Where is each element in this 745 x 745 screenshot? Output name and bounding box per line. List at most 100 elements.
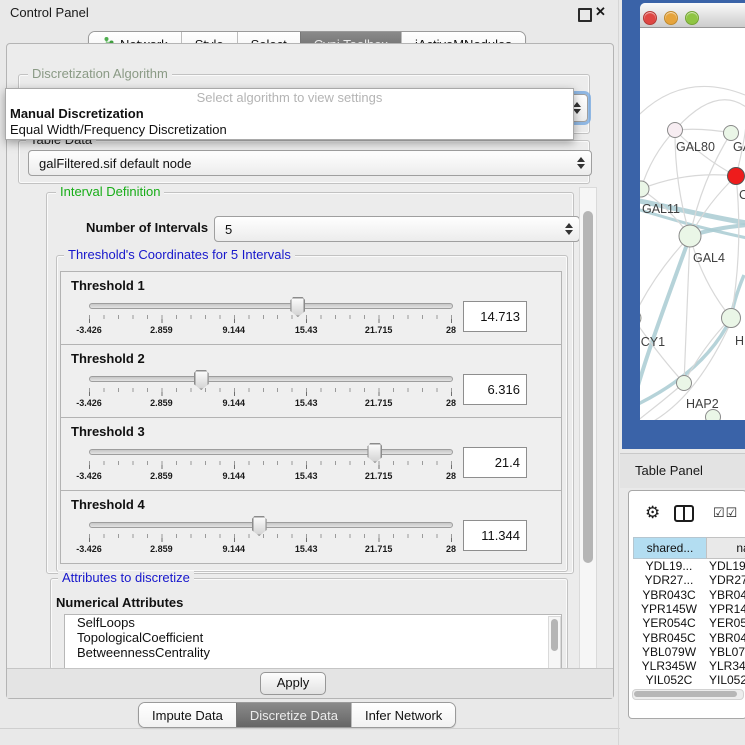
slider-track[interactable] xyxy=(89,449,453,455)
slider-track[interactable] xyxy=(89,522,453,528)
slider-thumb[interactable] xyxy=(252,516,267,536)
scrollbar-thumb[interactable] xyxy=(583,211,593,563)
network-node-GAL80[interactable] xyxy=(668,123,683,138)
list-scrollbar[interactable] xyxy=(548,616,561,669)
attribute-item[interactable]: TopologicalCoefficient xyxy=(65,630,561,645)
network-edge[interactable] xyxy=(640,86,745,122)
table-cell[interactable]: YER054C xyxy=(709,616,745,630)
scrollbar-thumb[interactable] xyxy=(551,619,558,651)
network-edge[interactable] xyxy=(640,318,684,383)
slider-track[interactable] xyxy=(89,303,453,309)
table-cell[interactable]: YDR27... xyxy=(633,573,705,587)
slider-thumb[interactable] xyxy=(290,297,305,317)
threshold-value-field[interactable]: 6.316 xyxy=(463,374,527,405)
network-node-node-ga[interactable] xyxy=(724,126,739,141)
slider-thumb[interactable] xyxy=(367,443,382,463)
network-canvas[interactable]: GAL80GACGAL11GAL4GCY1HHAP2 xyxy=(640,27,745,420)
table-cell[interactable]: YBR043C xyxy=(633,588,705,602)
split-panel-icon[interactable] xyxy=(674,505,694,522)
slider-thumb[interactable] xyxy=(194,370,209,390)
network-node-node-red[interactable] xyxy=(728,168,745,185)
network-window: GAL80GACGAL11GAL4GCY1HHAP2 xyxy=(640,3,745,420)
tab-infer-network[interactable]: Infer Network xyxy=(351,703,455,727)
table-cell[interactable]: YDL19... xyxy=(633,559,705,573)
threshold-label: Threshold 3 xyxy=(71,424,145,439)
tick-label: 9.144 xyxy=(223,544,246,554)
slider-track[interactable] xyxy=(89,376,453,382)
close-icon[interactable]: ✕ xyxy=(595,4,606,20)
network-edge[interactable] xyxy=(675,100,745,130)
threshold-value-field[interactable]: 11.344 xyxy=(463,520,527,551)
algorithm-dropdown-popup: Select algorithm to view settingsManual … xyxy=(5,88,574,140)
column-header-shared[interactable]: shared... xyxy=(633,537,707,559)
tab-discretize-data[interactable]: Discretize Data xyxy=(236,703,351,727)
table-cell[interactable]: YDR27 xyxy=(709,573,745,587)
network-node-node-b[interactable] xyxy=(706,410,721,421)
network-window-titlebar[interactable] xyxy=(640,3,745,28)
network-node-node-h[interactable] xyxy=(722,309,741,328)
network-edge[interactable] xyxy=(684,236,690,383)
attribute-item[interactable]: SelfLoops xyxy=(65,615,561,630)
apply-button[interactable]: Apply xyxy=(260,672,326,695)
network-node-HAP2[interactable] xyxy=(677,376,692,391)
tick-label: 15.43 xyxy=(295,471,318,481)
network-node-GAL4[interactable] xyxy=(679,225,701,247)
network-edge[interactable] xyxy=(690,236,731,318)
table-data-combo[interactable]: galFiltered.sif default node xyxy=(28,150,592,176)
combo-stepper-icon xyxy=(573,102,581,114)
tick-label: 9.144 xyxy=(223,471,246,481)
table-cell[interactable]: YPR145W xyxy=(633,602,705,616)
table-cell[interactable]: YIL052C xyxy=(709,673,745,687)
popup-option[interactable]: Equal Width/Frequency Discretization xyxy=(6,122,573,138)
threshold-label: Threshold 2 xyxy=(71,351,145,366)
tick-label: 2.859 xyxy=(150,544,173,554)
combo-stepper-icon xyxy=(565,223,573,235)
table-cell[interactable]: YBL079W xyxy=(709,645,745,659)
table-cell[interactable]: YBR045C xyxy=(633,631,705,645)
table-cell[interactable]: YBR043C xyxy=(709,588,745,602)
network-edge[interactable] xyxy=(641,175,736,189)
scrollbar-thumb[interactable] xyxy=(634,691,737,697)
table-cell[interactable]: YIL052C xyxy=(633,673,705,687)
table-cell[interactable]: YPR145W xyxy=(709,602,745,616)
zoom-traffic-light-icon[interactable] xyxy=(685,11,699,25)
tick-label: 28 xyxy=(446,471,456,481)
network-edge[interactable] xyxy=(675,129,731,133)
gear-icon[interactable]: ⚙ xyxy=(645,503,660,523)
table-data-combo-value: galFiltered.sif default node xyxy=(39,156,191,171)
table-cell[interactable]: YDL19 xyxy=(709,559,745,573)
column-header-name[interactable]: na xyxy=(706,537,745,559)
tab-impute-data[interactable]: Impute Data xyxy=(139,703,236,727)
combo-stepper-icon xyxy=(577,157,585,169)
table-cell[interactable]: YLR345W xyxy=(633,659,705,673)
table-panel-title: Table Panel xyxy=(635,463,703,478)
table-cell[interactable]: YBR045C xyxy=(709,631,745,645)
network-node-label: GCY1 xyxy=(640,335,665,349)
close-traffic-light-icon[interactable] xyxy=(643,11,657,25)
tick-label: -3.426 xyxy=(76,325,102,335)
network-node-label: GAL4 xyxy=(693,251,725,265)
threshold-value-field[interactable]: 21.4 xyxy=(463,447,527,478)
threshold-value-field[interactable]: 14.713 xyxy=(463,301,527,332)
attribute-item[interactable]: BetweennessCentrality xyxy=(65,645,561,660)
screen: Control Panel ✕ NetworkStyleSelectCyni T… xyxy=(0,0,745,745)
column-checkboxes-icon[interactable]: ☑☑ xyxy=(713,505,738,521)
numerical-attributes-list[interactable]: SelfLoopsTopologicalCoefficientBetweenne… xyxy=(64,614,562,670)
table-horizontal-scrollbar[interactable] xyxy=(632,689,744,700)
number-of-intervals-combo[interactable]: 5 xyxy=(214,216,580,242)
threshold-row: Threshold 2-3.4262.8599.14415.4321.71528… xyxy=(60,344,562,418)
minimize-traffic-light-icon[interactable] xyxy=(664,11,678,25)
network-node-GAL11[interactable] xyxy=(640,181,649,197)
interval-definition-title: Interval Definition xyxy=(56,185,164,199)
page-title: Control Panel xyxy=(10,5,89,20)
tick-label: 21.715 xyxy=(365,325,393,335)
panel-vertical-scrollbar[interactable] xyxy=(579,187,597,669)
table-cell[interactable]: YLR345W xyxy=(709,659,745,673)
tick-label: -3.426 xyxy=(76,471,102,481)
network-node-GCY1[interactable] xyxy=(640,310,641,326)
table-cell[interactable]: YBL079W xyxy=(633,645,705,659)
tab-label: Impute Data xyxy=(152,708,223,723)
table-cell[interactable]: YER054C xyxy=(633,616,705,630)
popup-option[interactable]: Manual Discretization xyxy=(6,106,573,122)
float-window-icon[interactable] xyxy=(578,8,592,22)
